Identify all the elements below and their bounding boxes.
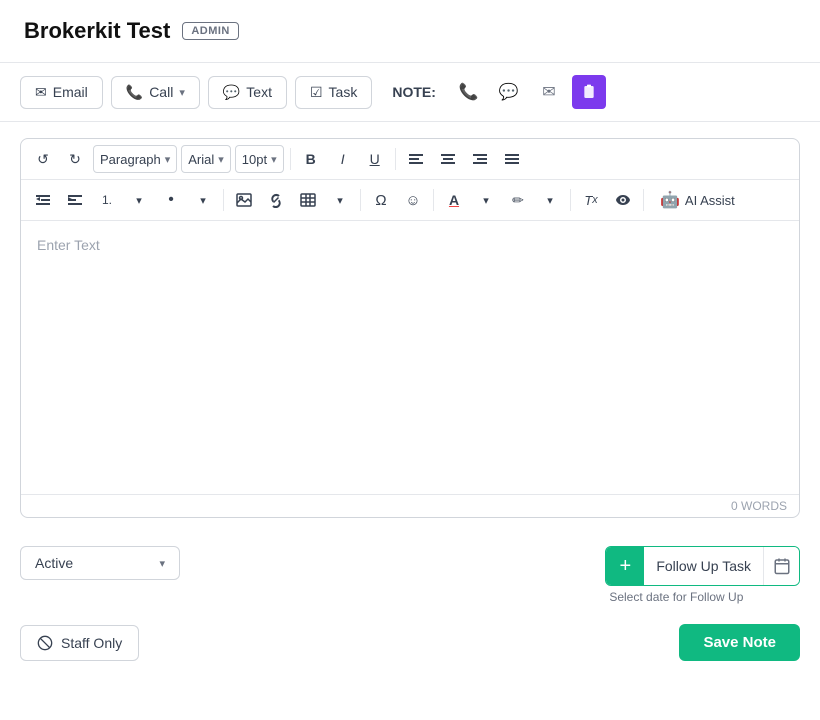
clipboard-icon — [581, 84, 597, 100]
task-tab-icon: ☑ — [310, 84, 323, 101]
word-count: 0 WORDS — [21, 494, 799, 517]
email-tab-label: Email — [53, 84, 88, 100]
followup-section: + Follow Up Task Select date for Follow … — [605, 546, 800, 604]
status-select[interactable]: Active ▾ — [20, 546, 180, 580]
redo-button[interactable]: ↻ — [61, 145, 89, 173]
staff-only-button[interactable]: Staff Only — [20, 625, 139, 661]
followup-label: Follow Up Task — [644, 547, 763, 585]
highlight-button[interactable]: ✏ — [504, 186, 532, 214]
note-icon-group: 📞 💬 ✉ — [452, 75, 606, 109]
call-tab-icon: 📞 — [126, 84, 143, 101]
followup-plus-button[interactable]: + — [606, 547, 644, 585]
indent-right-button[interactable] — [61, 186, 89, 214]
ordered-list-button[interactable]: 1. — [93, 186, 121, 214]
omega-button[interactable]: Ω — [367, 186, 395, 214]
unordered-list-dropdown[interactable]: ▾ — [189, 186, 217, 214]
align-right-button[interactable] — [466, 145, 494, 173]
note-phone-icon[interactable]: 📞 — [452, 75, 486, 109]
size-chevron: ▾ — [271, 153, 277, 166]
tab-task[interactable]: ☑ Task — [295, 76, 372, 109]
paragraph-label: Paragraph — [100, 152, 161, 167]
calendar-icon — [773, 557, 791, 575]
toolbar-divider-3 — [223, 189, 224, 211]
followup-calendar-button[interactable] — [763, 547, 799, 585]
preview-button[interactable] — [609, 186, 637, 214]
align-center-button[interactable] — [434, 145, 462, 173]
ai-icon: 🤖 — [660, 190, 680, 210]
link-button[interactable] — [262, 186, 290, 214]
staff-only-icon — [37, 635, 53, 651]
size-select[interactable]: 10pt ▾ — [235, 145, 284, 173]
font-label: Arial — [188, 152, 214, 167]
note-label: NOTE: — [392, 84, 436, 100]
editor-area[interactable]: Enter Text — [21, 221, 799, 494]
table-button[interactable] — [294, 186, 322, 214]
image-button[interactable] — [230, 186, 258, 214]
clear-format-button[interactable]: Tx — [577, 186, 605, 214]
emoji-button[interactable]: ☺ — [399, 186, 427, 214]
highlight-dropdown[interactable]: ▾ — [536, 186, 564, 214]
font-color-dropdown[interactable]: ▾ — [472, 186, 500, 214]
toolbar-divider-1 — [290, 148, 291, 170]
page-title: Brokerkit Test — [24, 18, 170, 44]
toolbar-divider-4 — [360, 189, 361, 211]
paragraph-select[interactable]: Paragraph ▾ — [93, 145, 177, 173]
font-select[interactable]: Arial ▾ — [181, 145, 231, 173]
tab-email[interactable]: ✉ Email — [20, 76, 103, 109]
toolbar-divider-6 — [570, 189, 571, 211]
toolbar-divider-7 — [643, 189, 644, 211]
font-color-button[interactable]: A — [440, 186, 468, 214]
tab-bar: ✉ Email 📞 Call ▾ 💬 Text ☑ Task NOTE: 📞 💬… — [0, 63, 820, 122]
toolbar-divider-5 — [433, 189, 434, 211]
toolbar-row-2: 1. ▾ • ▾ ▾ Ω ☺ A ▾ ✏ ▾ Tx — [21, 180, 799, 221]
toolbar-row-1: ↺ ↻ Paragraph ▾ Arial ▾ 10pt ▾ B I U — [21, 139, 799, 180]
align-left-button[interactable] — [402, 145, 430, 173]
tab-call[interactable]: 📞 Call ▾ — [111, 76, 200, 109]
status-chevron: ▾ — [159, 557, 165, 570]
text-tab-icon: 💬 — [223, 84, 240, 101]
toolbar-divider-2 — [395, 148, 396, 170]
save-note-button[interactable]: Save Note — [679, 624, 800, 661]
action-bar: Staff Only Save Note — [0, 616, 820, 677]
note-chat-icon[interactable]: 💬 — [492, 75, 526, 109]
indent-left-button[interactable] — [29, 186, 57, 214]
justify-button[interactable] — [498, 145, 526, 173]
email-tab-icon: ✉ — [35, 84, 47, 101]
editor-container: ↺ ↻ Paragraph ▾ Arial ▾ 10pt ▾ B I U — [20, 138, 800, 518]
task-tab-label: Task — [329, 84, 358, 100]
call-tab-label: Call — [149, 84, 173, 100]
paragraph-chevron: ▾ — [165, 153, 171, 166]
call-dropdown-chevron: ▾ — [179, 86, 185, 99]
ai-assist-label: AI Assist — [685, 193, 735, 208]
header: Brokerkit Test ADMIN — [0, 0, 820, 63]
status-value: Active — [35, 555, 73, 571]
admin-badge: ADMIN — [182, 22, 239, 40]
bottom-bar: Active ▾ + Follow Up Task Select date fo… — [0, 534, 820, 616]
ai-assist-button[interactable]: 🤖 AI Assist — [650, 186, 745, 214]
ordered-list-dropdown[interactable]: ▾ — [125, 186, 153, 214]
bold-button[interactable]: B — [297, 145, 325, 173]
italic-button[interactable]: I — [329, 145, 357, 173]
editor-placeholder: Enter Text — [37, 237, 100, 253]
note-email-icon[interactable]: ✉ — [532, 75, 566, 109]
table-dropdown[interactable]: ▾ — [326, 186, 354, 214]
note-clip-icon[interactable] — [572, 75, 606, 109]
tab-text[interactable]: 💬 Text — [208, 76, 287, 109]
followup-hint: Select date for Follow Up — [605, 590, 800, 604]
followup-row: + Follow Up Task — [605, 546, 800, 586]
unordered-list-button[interactable]: • — [157, 186, 185, 214]
size-label: 10pt — [242, 152, 267, 167]
staff-only-label: Staff Only — [61, 635, 122, 651]
font-chevron: ▾ — [218, 153, 224, 166]
underline-button[interactable]: U — [361, 145, 389, 173]
text-tab-label: Text — [246, 84, 272, 100]
undo-button[interactable]: ↺ — [29, 145, 57, 173]
